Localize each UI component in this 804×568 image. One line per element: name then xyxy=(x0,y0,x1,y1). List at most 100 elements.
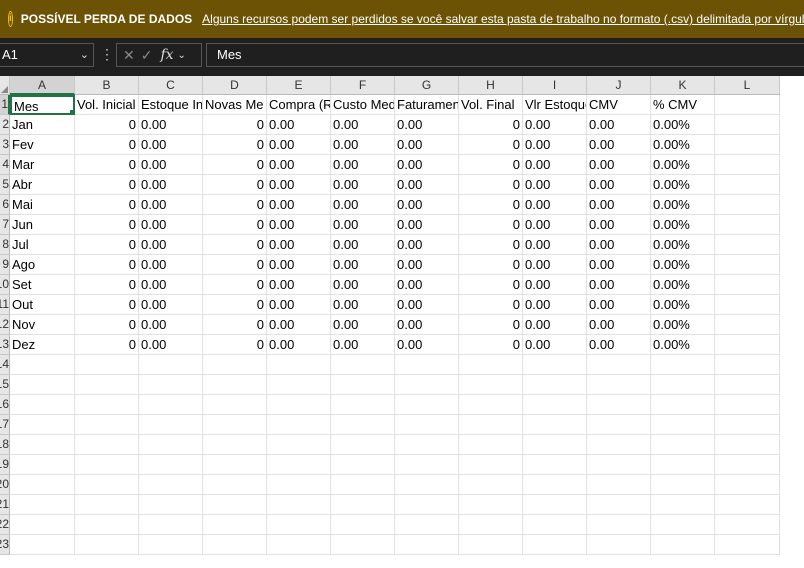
cell-e18[interactable] xyxy=(267,435,331,455)
cell-l10[interactable] xyxy=(715,275,780,295)
row-header-2[interactable]: 2 xyxy=(0,115,10,135)
cell-h11[interactable]: 0 xyxy=(459,295,523,315)
cell-i19[interactable] xyxy=(523,455,587,475)
cell-f16[interactable] xyxy=(331,395,395,415)
cell-l14[interactable] xyxy=(715,355,780,375)
cell-g4[interactable]: 0.00 xyxy=(395,155,459,175)
cell-a10[interactable]: Set xyxy=(10,275,75,295)
cell-l6[interactable] xyxy=(715,195,780,215)
cell-e23[interactable] xyxy=(267,535,331,555)
cell-g16[interactable] xyxy=(395,395,459,415)
cell-l13[interactable] xyxy=(715,335,780,355)
cell-g8[interactable]: 0.00 xyxy=(395,235,459,255)
cell-i17[interactable] xyxy=(523,415,587,435)
cell-h10[interactable]: 0 xyxy=(459,275,523,295)
cell-d8[interactable]: 0 xyxy=(203,235,267,255)
cell-l22[interactable] xyxy=(715,515,780,535)
cell-g19[interactable] xyxy=(395,455,459,475)
cell-k19[interactable] xyxy=(651,455,715,475)
cell-d7[interactable]: 0 xyxy=(203,215,267,235)
cell-d13[interactable]: 0 xyxy=(203,335,267,355)
cell-f1[interactable]: Custo Medio xyxy=(331,95,395,115)
column-header-l[interactable]: L xyxy=(715,76,780,95)
cell-i14[interactable] xyxy=(523,355,587,375)
cell-f15[interactable] xyxy=(331,375,395,395)
cell-j17[interactable] xyxy=(587,415,651,435)
column-header-c[interactable]: C xyxy=(139,76,203,95)
row-header-10[interactable]: 10 xyxy=(0,275,10,295)
cell-a8[interactable]: Jul xyxy=(10,235,75,255)
cell-b3[interactable]: 0 xyxy=(75,135,139,155)
column-header-k[interactable]: K xyxy=(651,76,715,95)
chevron-down-icon[interactable]: ⌄ xyxy=(178,50,186,61)
cell-j4[interactable]: 0.00 xyxy=(587,155,651,175)
cell-j1[interactable]: CMV xyxy=(587,95,651,115)
cell-h1[interactable]: Vol. Final xyxy=(459,95,523,115)
cell-h19[interactable] xyxy=(459,455,523,475)
cell-e1[interactable]: Compra (R xyxy=(267,95,331,115)
cell-j3[interactable]: 0.00 xyxy=(587,135,651,155)
cell-d21[interactable] xyxy=(203,495,267,515)
cell-h21[interactable] xyxy=(459,495,523,515)
cell-b20[interactable] xyxy=(75,475,139,495)
row-header-18[interactable]: 18 xyxy=(0,435,10,455)
cell-a22[interactable] xyxy=(10,515,75,535)
cell-f17[interactable] xyxy=(331,415,395,435)
cell-f6[interactable]: 0.00 xyxy=(331,195,395,215)
cell-i9[interactable]: 0.00 xyxy=(523,255,587,275)
row-header-13[interactable]: 13 xyxy=(0,335,10,355)
cell-e19[interactable] xyxy=(267,455,331,475)
chevron-down-icon[interactable]: ⌄ xyxy=(80,44,89,66)
cell-d3[interactable]: 0 xyxy=(203,135,267,155)
row-header-8[interactable]: 8 xyxy=(0,235,10,255)
cell-k11[interactable]: 0.00% xyxy=(651,295,715,315)
cell-i4[interactable]: 0.00 xyxy=(523,155,587,175)
cell-a19[interactable] xyxy=(10,455,75,475)
cell-i15[interactable] xyxy=(523,375,587,395)
cell-e2[interactable]: 0.00 xyxy=(267,115,331,135)
cell-k8[interactable]: 0.00% xyxy=(651,235,715,255)
cell-b23[interactable] xyxy=(75,535,139,555)
cell-j22[interactable] xyxy=(587,515,651,535)
cell-g15[interactable] xyxy=(395,375,459,395)
cell-d10[interactable]: 0 xyxy=(203,275,267,295)
cell-e15[interactable] xyxy=(267,375,331,395)
column-header-j[interactable]: J xyxy=(587,76,651,95)
cell-j18[interactable] xyxy=(587,435,651,455)
cell-d16[interactable] xyxy=(203,395,267,415)
cell-j16[interactable] xyxy=(587,395,651,415)
cell-k15[interactable] xyxy=(651,375,715,395)
cell-k1[interactable]: % CMV xyxy=(651,95,715,115)
cell-h20[interactable] xyxy=(459,475,523,495)
cell-h13[interactable]: 0 xyxy=(459,335,523,355)
cell-k3[interactable]: 0.00% xyxy=(651,135,715,155)
cell-b1[interactable]: Vol. Inicial xyxy=(75,95,139,115)
cell-a13[interactable]: Dez xyxy=(10,335,75,355)
cell-j19[interactable] xyxy=(587,455,651,475)
cell-l9[interactable] xyxy=(715,255,780,275)
cell-e4[interactable]: 0.00 xyxy=(267,155,331,175)
cell-g3[interactable]: 0.00 xyxy=(395,135,459,155)
row-header-23[interactable]: 23 xyxy=(0,535,10,555)
cell-i16[interactable] xyxy=(523,395,587,415)
row-header-12[interactable]: 12 xyxy=(0,315,10,335)
cell-a21[interactable] xyxy=(10,495,75,515)
cell-h18[interactable] xyxy=(459,435,523,455)
cell-f13[interactable]: 0.00 xyxy=(331,335,395,355)
cell-a20[interactable] xyxy=(10,475,75,495)
cell-c2[interactable]: 0.00 xyxy=(139,115,203,135)
cell-d2[interactable]: 0 xyxy=(203,115,267,135)
cell-c21[interactable] xyxy=(139,495,203,515)
column-header-h[interactable]: H xyxy=(459,76,523,95)
cell-d6[interactable]: 0 xyxy=(203,195,267,215)
cell-j6[interactable]: 0.00 xyxy=(587,195,651,215)
cell-e8[interactable]: 0.00 xyxy=(267,235,331,255)
cell-a7[interactable]: Jun xyxy=(10,215,75,235)
cell-k12[interactable]: 0.00% xyxy=(651,315,715,335)
cell-j12[interactable]: 0.00 xyxy=(587,315,651,335)
confirm-icon[interactable]: ✓ xyxy=(141,47,153,64)
cell-g6[interactable]: 0.00 xyxy=(395,195,459,215)
cell-c5[interactable]: 0.00 xyxy=(139,175,203,195)
cell-f2[interactable]: 0.00 xyxy=(331,115,395,135)
cell-c10[interactable]: 0.00 xyxy=(139,275,203,295)
